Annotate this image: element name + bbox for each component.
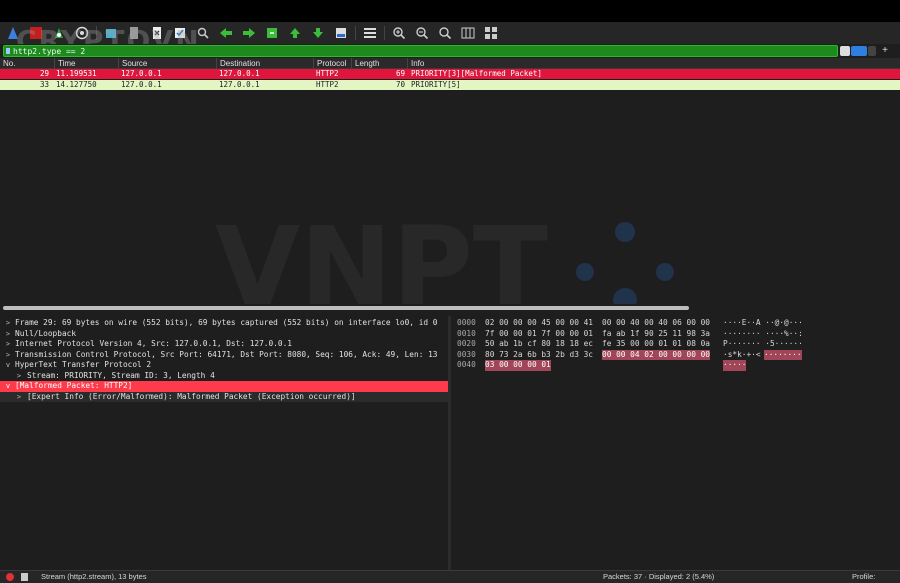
bookmark-icon[interactable] <box>6 48 10 54</box>
ascii-bytes-highlighted[interactable]: ········ <box>764 349 802 360</box>
packet-protocol: HTTP2 <box>316 69 339 78</box>
packet-row[interactable]: 33 14.127750 127.0.0.1 127.0.0.1 HTTP2 7… <box>0 80 900 90</box>
autoscroll-icon[interactable] <box>332 25 349 42</box>
recent-filters-icon[interactable] <box>868 46 876 56</box>
filter-text: http2.type == 2 <box>13 46 86 56</box>
toolbar-separator <box>384 26 385 40</box>
status-profile[interactable]: Profile: Default <box>852 571 900 583</box>
packet-source: 127.0.0.1 <box>121 69 162 78</box>
packet-destination: 127.0.0.1 <box>219 69 260 78</box>
display-filter-input[interactable]: http2.type == 2 <box>3 45 838 57</box>
byte-offset: 0040 <box>457 360 476 369</box>
byte-offset: 0010 <box>457 328 476 338</box>
packet-time: 14.127750 <box>56 80 97 89</box>
detail-http2-stream[interactable]: > Stream: PRIORITY, Stream ID: 3, Length … <box>0 371 448 382</box>
packet-protocol: HTTP2 <box>316 80 339 89</box>
byte-offset: 0020 <box>457 339 476 348</box>
first-packet-icon[interactable] <box>286 25 303 42</box>
detail-null-loopback[interactable]: > Null/Loopback <box>0 329 448 340</box>
ascii-bytes-highlighted[interactable]: ····· <box>723 360 747 371</box>
col-destination[interactable]: Destination <box>216 58 313 69</box>
zoom-out-icon[interactable] <box>413 25 430 42</box>
byte-offset: 0000 <box>457 318 476 327</box>
col-source[interactable]: Source <box>118 58 216 69</box>
detail-ipv4[interactable]: > Internet Protocol Version 4, Src: 127.0… <box>0 339 448 350</box>
status-packets: Packets: 37 · Displayed: 2 (5.4%) <box>603 572 715 581</box>
hex-bytes[interactable]: fe 35 00 00 01 01 08 0a <box>602 339 710 350</box>
packet-length: 70 <box>396 80 406 89</box>
layout-icon[interactable] <box>482 25 499 42</box>
watermark-brand: VNPT <box>215 210 548 331</box>
hex-bytes[interactable]: fa ab 1f 90 25 11 98 3a <box>602 329 710 340</box>
hex-bytes-highlighted[interactable]: 00 00 04 02 00 00 00 00 <box>602 349 710 360</box>
toolbar-separator <box>355 26 356 40</box>
packet-no: 29 <box>40 69 50 78</box>
go-to-packet-icon[interactable] <box>263 25 280 42</box>
packet-length: 69 <box>396 69 406 78</box>
byte-offset: 0030 <box>457 349 476 359</box>
col-no[interactable]: No. <box>0 58 54 69</box>
clear-filter-icon[interactable] <box>840 46 850 56</box>
packet-row[interactable]: 29 11.199531 127.0.0.1 127.0.0.1 HTTP2 6… <box>0 69 900 79</box>
add-filter-icon[interactable]: + <box>881 46 889 56</box>
go-back-icon[interactable] <box>217 25 234 42</box>
col-protocol[interactable]: Protocol <box>313 58 351 69</box>
status-bar: Stream (http2.stream), 13 bytes Packets:… <box>0 570 900 583</box>
edit-comment-icon[interactable] <box>21 573 28 581</box>
col-info[interactable]: Info <box>407 58 900 69</box>
ascii-bytes[interactable]: ····E··A ··@·@··· <box>723 318 803 329</box>
hex-bytes[interactable]: 00 00 40 00 40 06 00 00 <box>602 318 710 329</box>
hex-bytes[interactable]: 80 73 2a 6b b3 2b d3 3c <box>485 350 593 361</box>
packet-destination: 127.0.0.1 <box>219 80 260 89</box>
packet-time: 11.199531 <box>56 69 97 78</box>
zoom-in-icon[interactable] <box>390 25 407 42</box>
packet-details-pane: > Frame 29: 69 bytes on wire (552 bits), … <box>0 316 448 570</box>
display-filter-bar: http2.type == 2 + <box>0 44 900 58</box>
col-time[interactable]: Time <box>54 58 118 69</box>
hex-bytes-highlighted[interactable]: 03 00 00 00 01 <box>485 360 551 371</box>
resize-columns-icon[interactable] <box>459 25 476 42</box>
packet-list-hscrollbar[interactable] <box>0 304 900 312</box>
scroll-thumb[interactable] <box>3 306 689 310</box>
ascii-bytes[interactable]: ·s*k·+·< <box>723 350 761 361</box>
watermark-emblem-icon <box>576 222 674 312</box>
last-packet-icon[interactable] <box>309 25 326 42</box>
col-length[interactable]: Length <box>351 58 407 69</box>
hex-bytes[interactable]: 7f 00 00 01 7f 00 00 01 <box>485 329 593 340</box>
apply-filter-icon[interactable] <box>851 46 867 56</box>
packet-info: PRIORITY[5] <box>411 80 461 89</box>
expert-info-icon[interactable] <box>6 573 14 581</box>
detail-frame[interactable]: > Frame 29: 69 bytes on wire (552 bits), … <box>0 318 448 329</box>
ascii-bytes[interactable]: ········ ····%··: <box>723 329 803 340</box>
title-bar <box>0 0 900 22</box>
detail-http2[interactable]: v HyperText Transfer Protocol 2 <box>0 360 448 371</box>
packet-no: 33 <box>40 80 50 89</box>
hex-bytes[interactable]: 02 00 00 00 45 00 00 41 <box>485 318 593 329</box>
detail-malformed[interactable]: v [Malformed Packet: HTTP2] <box>0 381 448 392</box>
hex-bytes[interactable]: 50 ab 1b cf 80 18 18 ec <box>485 339 593 350</box>
ascii-bytes[interactable]: P······· ·5······ <box>723 339 803 350</box>
normal-size-icon[interactable] <box>436 25 453 42</box>
colorize-icon[interactable] <box>361 25 378 42</box>
detail-expert-info[interactable]: > [Expert Info (Error/Malformed): Malform… <box>0 391 448 402</box>
status-field-info: Stream (http2.stream), 13 bytes <box>41 572 147 581</box>
go-forward-icon[interactable] <box>240 25 257 42</box>
detail-tcp[interactable]: > Transmission Control Protocol, Src Port… <box>0 350 448 361</box>
packet-list-header: No. Time Source Destination Protocol Len… <box>0 58 900 69</box>
packet-info: PRIORITY[3][Malformed Packet] <box>411 69 542 78</box>
packet-source: 127.0.0.1 <box>121 80 162 89</box>
packet-bytes-pane: 0000 0010 0020 0030 0040 02 00 00 00 45 … <box>451 316 900 570</box>
